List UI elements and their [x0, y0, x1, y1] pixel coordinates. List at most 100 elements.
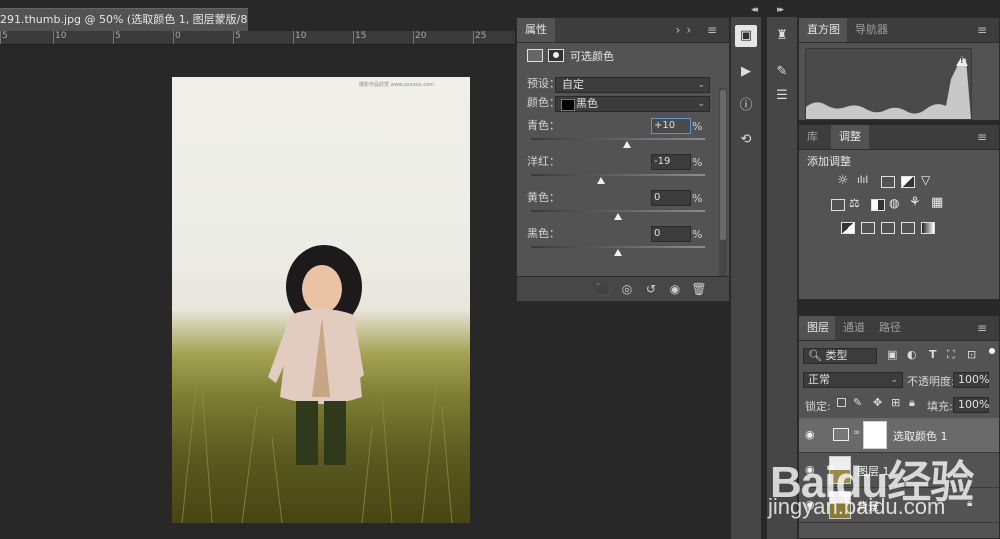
- history-icon[interactable]: ⟲: [735, 129, 757, 151]
- layers-header: 图层 通道 路径 ≡: [799, 316, 999, 341]
- levels-icon[interactable]: ılıl: [857, 175, 868, 186]
- ruler-label: 5: [115, 31, 121, 41]
- exposure-icon[interactable]: [901, 176, 915, 188]
- black-input[interactable]: 0: [651, 226, 691, 242]
- vibrance-icon[interactable]: ▽: [921, 173, 930, 187]
- color-balance-icon[interactable]: ⚖: [849, 196, 860, 210]
- link-icon[interactable]: ∞: [853, 428, 861, 438]
- filter-shape-icon[interactable]: ⛶: [947, 348, 955, 362]
- tab-navigator[interactable]: 导航器: [847, 18, 896, 42]
- color-lookup-icon[interactable]: ▦: [931, 195, 943, 210]
- selective-color-icon[interactable]: [901, 222, 915, 234]
- filter-pixel-icon[interactable]: ▣: [887, 348, 897, 361]
- threshold-icon[interactable]: [881, 222, 895, 234]
- panel-menu-icon[interactable]: ≡: [977, 321, 993, 335]
- view-previous-icon[interactable]: ◎: [619, 281, 635, 297]
- tab-layers[interactable]: 图层: [799, 316, 837, 340]
- histogram-graph: [805, 48, 972, 120]
- tab-paths[interactable]: 路径: [871, 316, 909, 340]
- properties-scrollbar[interactable]: [719, 88, 727, 278]
- black-slider-track[interactable]: [531, 246, 705, 248]
- info-icon[interactable]: ⓘ: [735, 95, 757, 117]
- document-tab[interactable]: 291.thumb.jpg @ 50% (选取颜色 1, 图层蒙版/8) *×: [0, 8, 248, 31]
- tab-library[interactable]: 库: [799, 125, 826, 149]
- panel-menu-icon[interactable]: ≡: [977, 23, 993, 37]
- yellow-unit: %: [692, 192, 703, 205]
- magenta-input[interactable]: -19: [651, 154, 691, 170]
- lock-transparent-icon[interactable]: [837, 398, 846, 407]
- visibility-eye-icon[interactable]: ◉: [667, 281, 683, 297]
- filter-toggle-icon[interactable]: [989, 348, 995, 354]
- yellow-slider-thumb[interactable]: [614, 213, 622, 220]
- photo-filter-icon[interactable]: ◍: [889, 196, 899, 210]
- filter-kind-dropdown[interactable]: 🔍︎ 类型: [803, 348, 877, 364]
- lock-all-icon[interactable]: 🔒︎: [909, 396, 915, 410]
- yellow-input[interactable]: 0: [651, 190, 691, 206]
- scrollbar-thumb[interactable]: [720, 90, 726, 240]
- lock-pixels-icon[interactable]: ✎: [853, 396, 862, 409]
- reset-icon[interactable]: ↺: [643, 281, 659, 297]
- delete-icon[interactable]: 🗑: [691, 281, 707, 297]
- blend-mode-value: 正常: [808, 373, 830, 386]
- adjustment-layer-icon: [833, 428, 849, 441]
- warning-mark: !: [960, 56, 964, 65]
- gradient-map-icon[interactable]: [921, 222, 935, 234]
- properties-title: 可选颜色: [570, 50, 614, 63]
- layer-name[interactable]: 选取颜色 1: [893, 428, 948, 444]
- brush-icon[interactable]: ✎: [771, 61, 793, 83]
- hue-saturation-icon[interactable]: [831, 199, 845, 211]
- tab-adjustments[interactable]: 调整: [831, 125, 869, 149]
- play-icon[interactable]: ▶: [735, 61, 757, 83]
- yellow-slider-track[interactable]: [531, 210, 705, 212]
- magenta-slider-thumb[interactable]: [597, 177, 606, 184]
- blend-mode-dropdown[interactable]: 正常 ⌄: [803, 372, 903, 388]
- layer-mask-thumbnail[interactable]: [863, 421, 887, 449]
- magenta-slider-track[interactable]: [531, 174, 705, 176]
- adjustment-icon: [527, 49, 543, 62]
- ruler-label: 10: [55, 31, 67, 41]
- posterize-icon[interactable]: [861, 222, 875, 234]
- panel-menu-icon[interactable]: ≡: [977, 130, 993, 144]
- colors-dropdown[interactable]: 黑色 ⌄: [555, 96, 710, 112]
- curves-icon[interactable]: [881, 176, 895, 188]
- properties-footer: ⬛ ◎ ↺ ◉ 🗑: [517, 276, 729, 301]
- sliders-icon[interactable]: ☰: [771, 85, 793, 107]
- black-white-icon[interactable]: [871, 199, 885, 211]
- preset-dropdown[interactable]: 自定 ⌄: [555, 77, 710, 93]
- image-info-icon[interactable]: ▣: [735, 25, 757, 47]
- lock-position-icon[interactable]: ✥: [873, 396, 882, 409]
- filter-type-icon[interactable]: T: [929, 348, 937, 361]
- collapse-icon[interactable]: ▸▸: [777, 5, 784, 15]
- panel-menu-icon[interactable]: ›› ≡: [676, 23, 723, 37]
- opacity-input[interactable]: 100%: [953, 372, 989, 388]
- cyan-input[interactable]: +10: [651, 118, 691, 134]
- black-unit: %: [692, 228, 703, 241]
- filter-smart-icon[interactable]: ⊡: [967, 348, 976, 361]
- properties-panel: 属性 ›› ≡ 可选颜色 预设： 自定 ⌄ 颜色： 黑色 ⌄ 青色： +10 %…: [516, 17, 730, 302]
- lock-artboard-icon[interactable]: ⊞: [891, 396, 900, 409]
- invert-icon[interactable]: [841, 222, 855, 234]
- collapse-icon[interactable]: ◂◂: [751, 5, 758, 15]
- mask-icon[interactable]: [548, 49, 564, 62]
- histogram-panel: 直方图 导航器 ≡ !: [798, 17, 1000, 121]
- cyan-slider-thumb[interactable]: [622, 141, 631, 148]
- stamp-icon[interactable]: ♜: [771, 25, 793, 47]
- properties-header: 属性 ›› ≡: [517, 18, 729, 43]
- tab-histogram[interactable]: 直方图: [799, 18, 848, 42]
- brightness-icon[interactable]: ☼: [837, 173, 849, 188]
- search-icon: 🔍︎: [808, 349, 822, 362]
- photo-canvas[interactable]: 摄影作品欣赏 www.xxxxxx.com: [172, 77, 470, 523]
- channel-mixer-icon[interactable]: ⚘: [909, 195, 921, 210]
- black-slider-thumb[interactable]: [614, 249, 622, 256]
- yellow-label: 黄色：: [527, 191, 560, 204]
- filter-adjustment-icon[interactable]: ◐: [907, 348, 917, 361]
- clip-to-layer-icon[interactable]: ⬛: [595, 281, 611, 297]
- tab-channels[interactable]: 通道: [835, 316, 873, 340]
- ruler-label: 5: [2, 31, 8, 41]
- ruler-label: 0: [175, 31, 181, 41]
- tab-properties[interactable]: 属性: [517, 18, 555, 42]
- visibility-eye-icon[interactable]: ◉: [805, 428, 815, 441]
- fill-input[interactable]: 100%: [953, 397, 989, 413]
- filter-kind-value: 类型: [825, 349, 848, 362]
- cyan-slider-track[interactable]: [531, 138, 705, 140]
